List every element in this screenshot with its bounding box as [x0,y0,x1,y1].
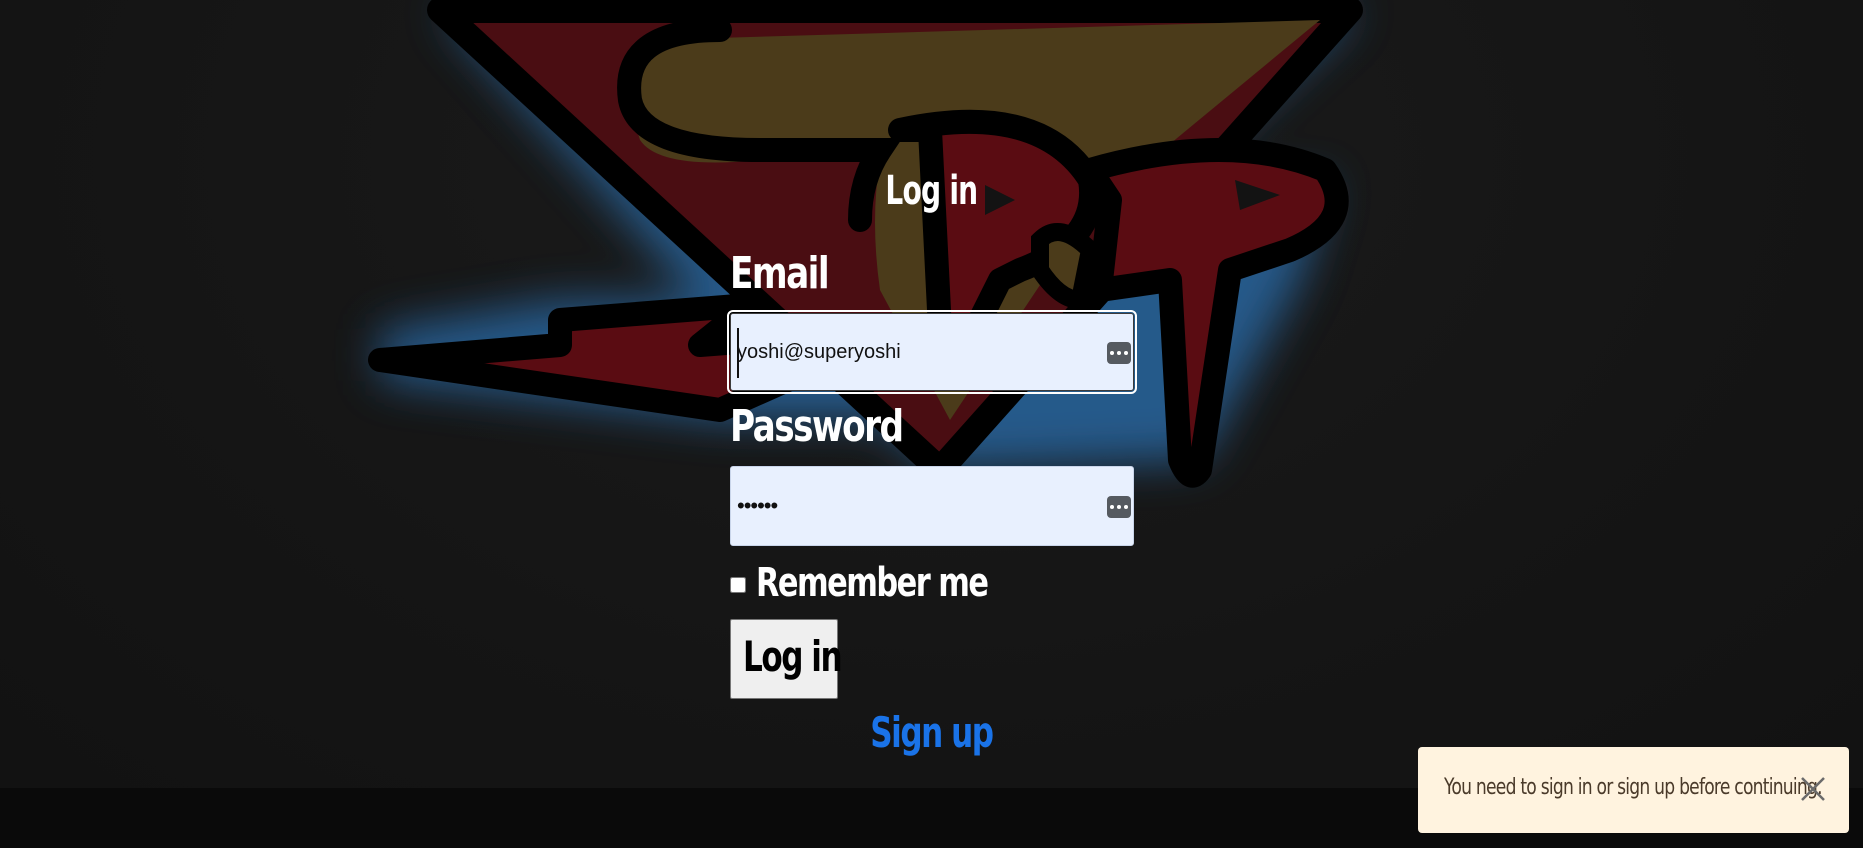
page-background [0,0,1863,788]
password-field-wrapper[interactable] [730,466,1134,546]
password-manager-icon[interactable] [1107,496,1131,518]
password-label: Password [730,401,904,452]
email-field-wrapper[interactable] [727,310,1137,394]
login-button-label: Log in [743,632,843,681]
remember-me-label: Remember me [756,560,989,606]
password-field[interactable] [737,467,1097,545]
sign-up-link[interactable]: Sign up [242,712,1621,754]
password-manager-icon[interactable] [1107,342,1131,364]
form-title: Log in [885,168,978,214]
flash-notification: You need to sign in or sign up before co… [1418,747,1849,833]
remember-me-checkbox[interactable] [730,577,746,593]
email-label: Email [730,248,830,299]
email-field[interactable] [737,314,1097,390]
close-icon[interactable] [1799,775,1827,803]
logo-background [368,0,1363,488]
login-button[interactable]: Log in [730,619,843,699]
text-caret [737,328,739,378]
flash-message: You need to sign in or sign up before co… [1444,775,1823,800]
